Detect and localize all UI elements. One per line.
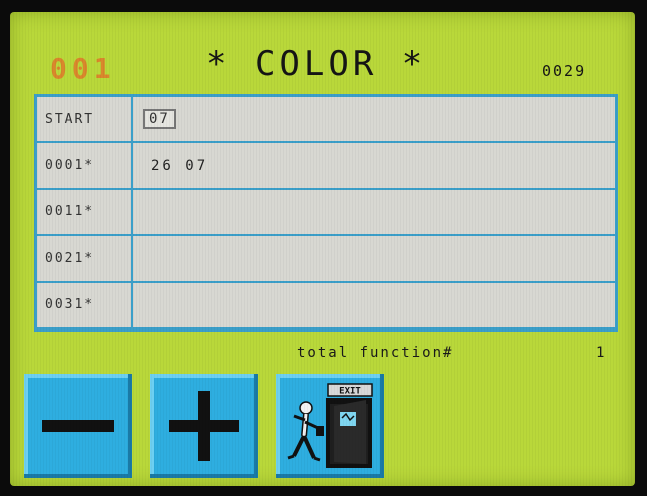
exit-door-icon: EXIT — [287, 383, 373, 468]
page-title: * COLOR * — [206, 44, 427, 84]
table-row-start[interactable]: START 07 — [37, 97, 615, 142]
total-function-count: 1 — [596, 345, 605, 361]
row-value: 07 — [133, 97, 615, 141]
table-row-0031[interactable]: 0031* — [37, 282, 615, 327]
counter: 0029 — [542, 62, 587, 80]
row-value — [133, 190, 615, 234]
row-label: START — [37, 97, 133, 142]
minus-icon — [42, 420, 114, 432]
row-value — [133, 236, 615, 280]
row-label: 0021* — [37, 236, 133, 281]
row-label: 0011* — [37, 189, 133, 235]
total-function-label: total function# — [297, 345, 454, 361]
row-label: 0031* — [37, 282, 133, 327]
function-table: START 07 0001* 26 07 0011* 0021* 0031* — [34, 94, 618, 332]
table-row-0021[interactable]: 0021* — [37, 236, 615, 281]
plus-button[interactable] — [150, 374, 258, 478]
row-label: 0001* — [37, 143, 133, 188]
lcd-screen: 001 * COLOR * 0029 START 07 0001* 26 07 … — [10, 12, 635, 486]
header: 001 * COLOR * 0029 — [10, 40, 635, 90]
row-value — [133, 283, 615, 327]
table-row-0011[interactable]: 0011* — [37, 189, 615, 235]
program-number: 001 — [50, 52, 116, 85]
table-row-0001[interactable]: 0001* 26 07 — [37, 143, 615, 188]
value-input[interactable]: 07 — [143, 109, 176, 130]
exit-sign-text: EXIT — [339, 387, 361, 397]
minus-button[interactable] — [24, 374, 132, 478]
exit-button[interactable]: EXIT — [276, 374, 384, 478]
row-value: 26 07 — [151, 157, 209, 174]
